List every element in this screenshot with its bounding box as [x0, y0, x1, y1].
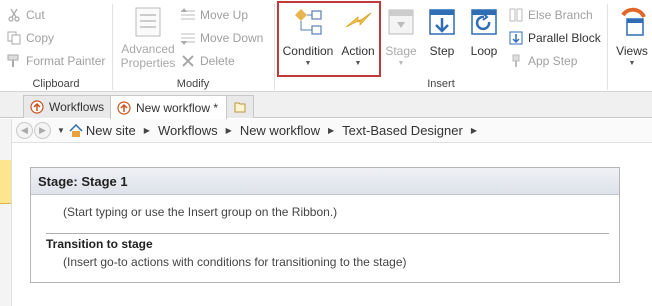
breadcrumb-separator-icon: ▶: [225, 126, 232, 135]
else-branch-icon: [508, 7, 524, 23]
ribbon-separator: [607, 4, 608, 90]
move-down-icon: [180, 30, 196, 46]
loop-icon: [468, 6, 500, 38]
stage-button[interactable]: Stage ▼: [383, 0, 419, 67]
breadcrumb-item-designer[interactable]: Text-Based Designer: [342, 123, 463, 138]
breadcrumb-separator-icon: ▶: [328, 126, 335, 135]
clipboard-group-label: Clipboard: [32, 78, 80, 90]
advanced-properties-label-line1: Advanced: [121, 42, 175, 56]
else-branch-label: Else Branch: [528, 8, 593, 22]
left-panel-edge: [0, 119, 12, 306]
move-down-label: Move Down: [200, 31, 264, 45]
tab-new-workflow[interactable]: New workflow *: [110, 95, 228, 119]
transition-divider: [46, 233, 609, 234]
copy-icon: [6, 30, 22, 46]
back-arrow-icon: ◀: [21, 125, 28, 135]
breadcrumb-item-workflow[interactable]: New workflow: [240, 123, 320, 138]
transition-hint-text[interactable]: (Insert go-to actions with conditions fo…: [63, 255, 619, 269]
app-step-icon: [508, 53, 524, 69]
forward-arrow-icon: ▶: [39, 125, 46, 135]
transition-title: Transition to stage: [46, 237, 153, 251]
move-up-label: Move Up: [200, 8, 249, 22]
delete-x-icon: [180, 53, 196, 69]
breadcrumb-separator-icon: ▶: [470, 126, 477, 135]
parallel-block-icon: [508, 30, 524, 46]
app-step-label: App Step: [528, 54, 578, 68]
views-dropdown-icon: ▼: [628, 60, 636, 67]
loop-label: Loop: [470, 44, 498, 58]
properties-icon: [132, 6, 164, 38]
history-dropdown-icon[interactable]: ▼: [57, 126, 65, 135]
document-tabstrip: Workflows New workflow *: [0, 92, 652, 119]
workflow-icon: [117, 100, 131, 115]
cut-label: Cut: [26, 8, 45, 22]
app-step-button[interactable]: App Step: [508, 51, 577, 71]
step-icon: [426, 6, 458, 38]
else-branch-button[interactable]: Else Branch: [508, 5, 593, 25]
modify-group: Advanced Properties Move Up Move Down De…: [113, 0, 273, 92]
modify-group-label: Modify: [176, 78, 210, 90]
stage-icon: [385, 6, 417, 38]
advanced-properties-label-line2: Properties: [120, 56, 176, 70]
views-button[interactable]: Views ▼: [612, 0, 652, 67]
format-painter-label: Format Painter: [26, 54, 106, 68]
format-painter-button[interactable]: Format Painter: [6, 51, 105, 71]
views-icon: [616, 6, 648, 38]
clipboard-group: Cut Copy Format Painter Clipboard: [0, 0, 112, 92]
workflow-icon: [30, 100, 44, 114]
parallel-block-button[interactable]: Parallel Block: [508, 28, 601, 48]
delete-button[interactable]: Delete: [180, 51, 235, 71]
back-button[interactable]: ◀: [16, 122, 33, 139]
new-tab-icon: [233, 100, 247, 114]
move-up-icon: [180, 7, 196, 23]
delete-label: Delete: [200, 54, 235, 68]
views-label: Views: [616, 44, 648, 58]
condition-action-highlight: [277, 1, 381, 77]
new-tab-button[interactable]: [226, 95, 254, 118]
breadcrumb-item-site[interactable]: New site: [86, 123, 136, 138]
copy-button[interactable]: Copy: [6, 28, 54, 48]
site-home-icon: [69, 123, 83, 138]
move-up-button[interactable]: Move Up: [180, 5, 248, 25]
stage-label: Stage: [385, 44, 417, 58]
tab-workflows-label: Workflows: [49, 100, 105, 114]
parallel-block-label: Parallel Block: [528, 31, 601, 45]
forward-button[interactable]: ▶: [34, 122, 51, 139]
stage-hint-text[interactable]: (Start typing or use the Insert group on…: [63, 205, 619, 219]
advanced-properties-button[interactable]: Advanced Properties: [119, 0, 177, 70]
tab-new-workflow-label: New workflow *: [136, 100, 219, 115]
cut-button[interactable]: Cut: [6, 5, 45, 25]
paintbrush-icon: [6, 53, 22, 69]
ribbon: Cut Copy Format Painter Clipboard Advanc…: [0, 0, 652, 92]
move-down-button[interactable]: Move Down: [180, 28, 263, 48]
stage-dropdown-icon: ▼: [397, 60, 405, 67]
loop-button[interactable]: Loop: [465, 0, 503, 58]
breadcrumb-item-workflows[interactable]: Workflows: [158, 123, 218, 138]
step-button[interactable]: Step: [425, 0, 459, 58]
navigation-pane-marker: [0, 160, 11, 204]
breadcrumb: ◀ ▶ ▼ New site ▶ Workflows ▶ New workflo…: [12, 119, 652, 143]
stage-block[interactable]: Stage: Stage 1 (Start typing or use the …: [30, 167, 620, 283]
insert-group-label: Insert: [427, 78, 455, 90]
stage-title[interactable]: Stage: Stage 1: [31, 168, 619, 195]
tab-workflows[interactable]: Workflows: [23, 95, 114, 118]
copy-label: Copy: [26, 31, 55, 45]
scissors-icon: [6, 7, 22, 23]
breadcrumb-separator-icon: ▶: [143, 126, 150, 135]
step-label: Step: [429, 44, 455, 58]
